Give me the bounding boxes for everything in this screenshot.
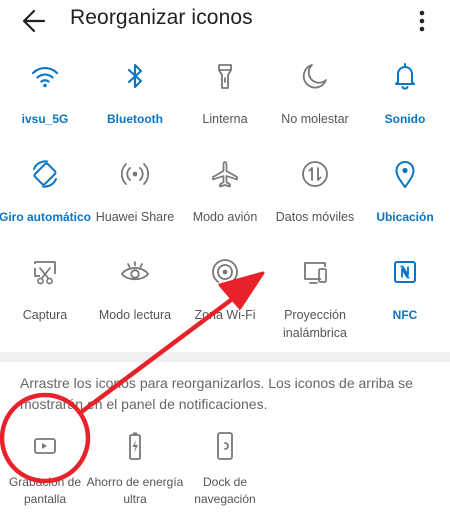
nav-dock-icon xyxy=(217,432,233,460)
moon-icon xyxy=(302,64,327,89)
mobile-data-icon xyxy=(302,161,328,187)
more-vertical-icon[interactable] xyxy=(412,6,432,36)
rotate-icon xyxy=(33,160,57,188)
reorder-hint: Arrastre los iconos para reorganizarlos.… xyxy=(20,375,413,412)
share-waves-icon xyxy=(120,163,150,185)
tile-label: NFC xyxy=(392,308,418,322)
airplane-icon xyxy=(212,161,238,188)
app-header: Reorganizar iconos xyxy=(0,0,450,44)
screenshot-icon xyxy=(34,261,56,285)
tile-label: Sonido xyxy=(384,112,426,126)
screen-record-icon xyxy=(34,438,56,454)
eye-icon xyxy=(121,261,149,281)
bluetooth-icon xyxy=(127,63,143,89)
tile-label: Ubicación xyxy=(376,210,434,224)
tile-label: Dock de navegación xyxy=(194,475,256,506)
battery-saver-icon xyxy=(129,432,141,460)
flashlight-icon xyxy=(218,64,232,89)
page-title: Reorganizar iconos xyxy=(70,6,253,29)
projection-icon xyxy=(304,262,327,284)
bell-icon xyxy=(395,63,415,90)
section-divider xyxy=(0,352,450,362)
hotspot-icon xyxy=(212,259,238,286)
nfc-icon xyxy=(394,261,416,283)
arrow-left-icon[interactable] xyxy=(20,6,52,36)
location-icon xyxy=(395,161,415,188)
wifi-icon xyxy=(31,66,59,88)
